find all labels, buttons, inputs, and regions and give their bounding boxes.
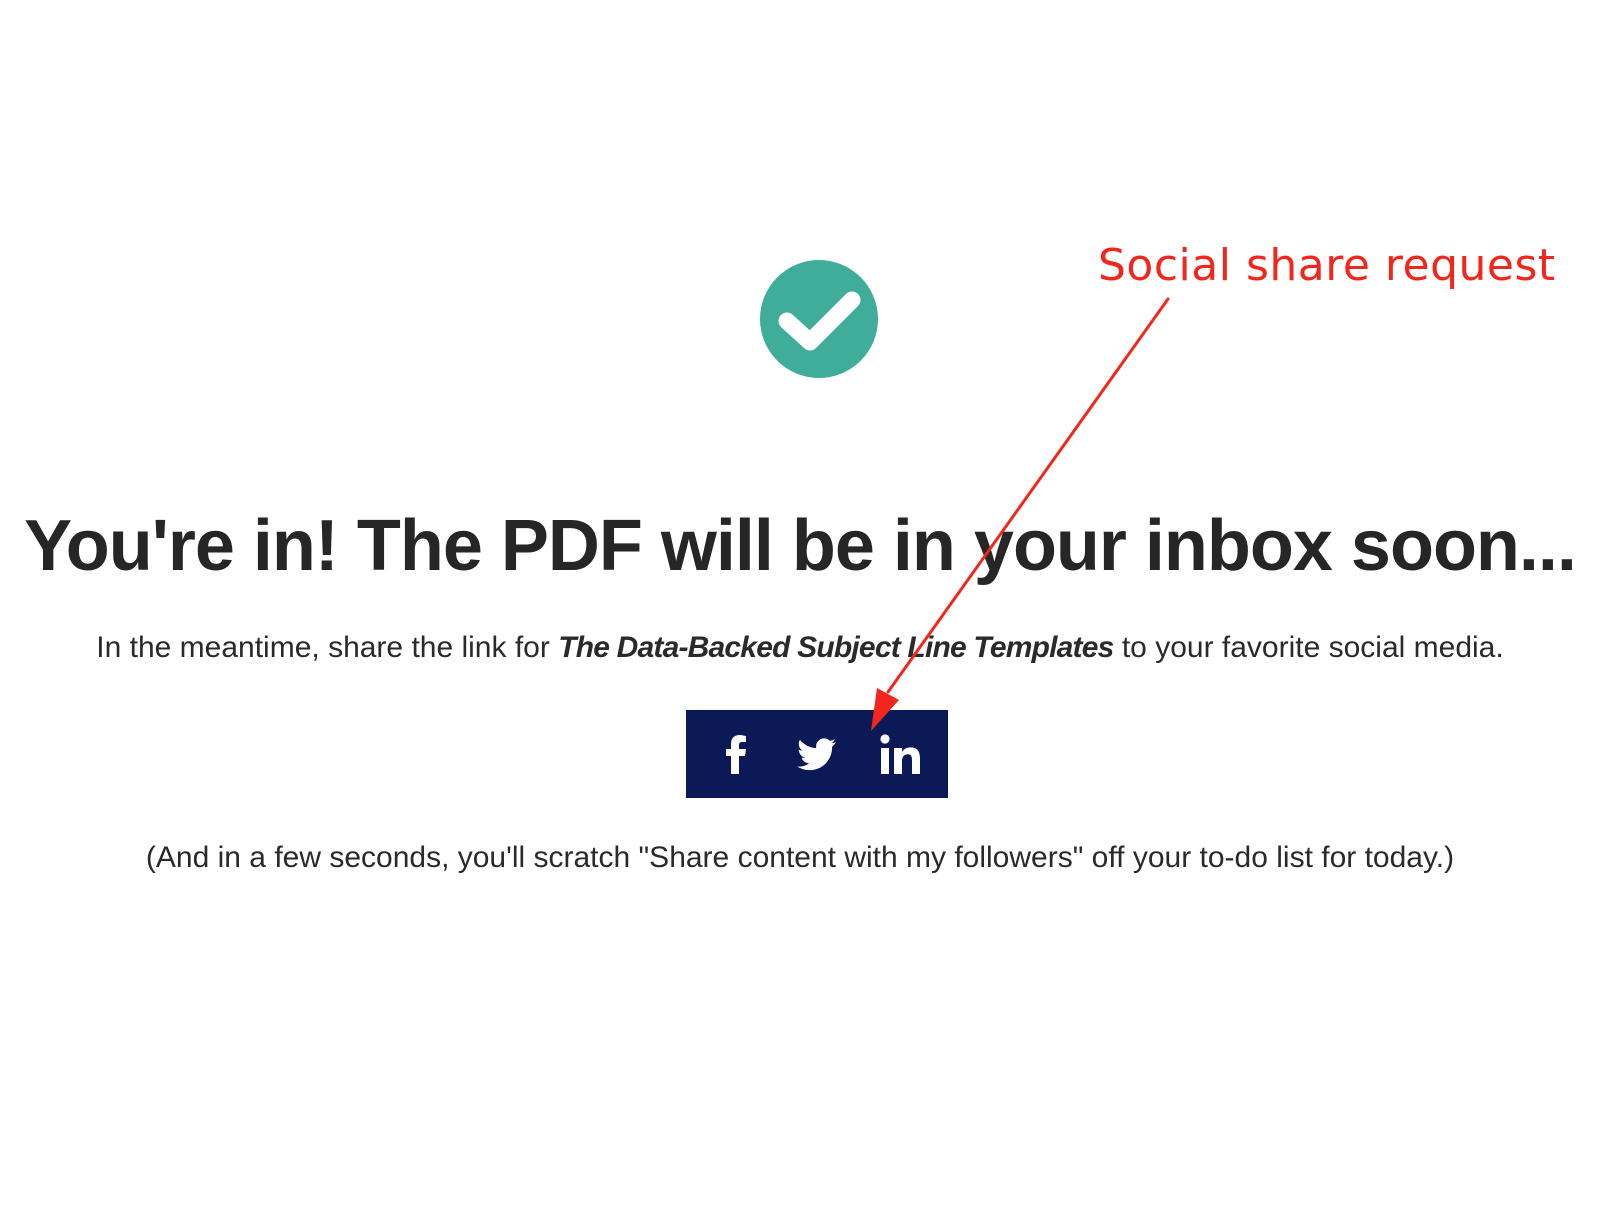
linkedin-icon <box>880 734 920 774</box>
resource-title: The Data-Backed Subject Line Templates <box>558 631 1114 664</box>
facebook-share-button[interactable] <box>696 710 776 798</box>
social-share-bar <box>686 710 948 798</box>
share-instructions-lead: In the meantime, share the link for <box>96 631 559 664</box>
twitter-share-button[interactable] <box>776 710 856 798</box>
annotation-label: Social share request <box>1098 240 1556 291</box>
share-instructions: In the meantime, share the link for The … <box>0 628 1600 668</box>
annotation-arrow <box>871 297 1170 731</box>
confirmation-page: You're in! The PDF will be in your inbox… <box>0 0 1600 1222</box>
check-circle-icon <box>760 260 878 378</box>
footnote-text: (And in a few seconds, you'll scratch "S… <box>145 841 1455 874</box>
share-instructions-tail: to your favorite social media. <box>1113 631 1504 664</box>
facebook-icon <box>726 735 746 774</box>
twitter-icon <box>797 738 836 771</box>
page-title: You're in! The PDF will be in your inbox… <box>24 506 1577 586</box>
linkedin-share-button[interactable] <box>862 710 942 798</box>
